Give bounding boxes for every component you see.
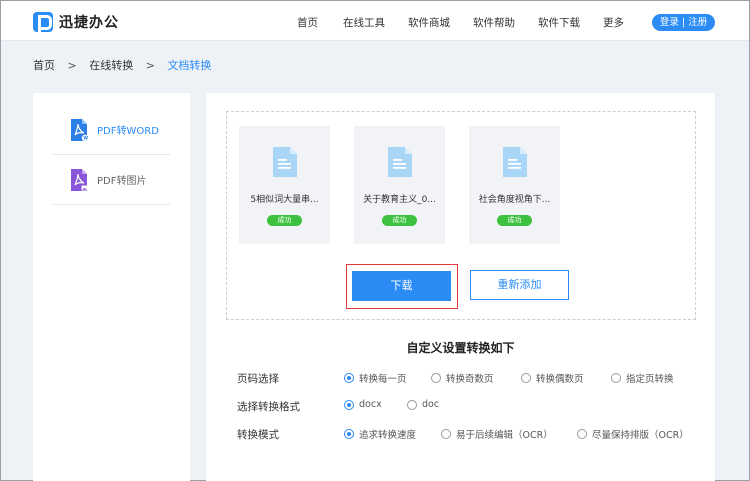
nav-software-download[interactable]: 软件下载 <box>538 15 580 30</box>
svg-text:W: W <box>83 135 88 140</box>
sidebar-item-label: PDF转WORD <box>97 126 159 137</box>
nav-software-store[interactable]: 软件商城 <box>408 15 450 30</box>
radio-icon <box>431 373 441 383</box>
breadcrumb-online-convert[interactable]: 在线转换 <box>89 57 133 73</box>
radio-icon <box>577 429 587 439</box>
breadcrumb: 首页 > 在线转换 > 文档转换 <box>33 57 220 73</box>
status-badge: 成功 <box>382 215 417 226</box>
radio-editable-ocr[interactable]: 易于后续编辑（OCR） <box>441 427 553 441</box>
radio-label: 尽量保持排版（OCR） <box>592 430 689 441</box>
radio-even-pages[interactable]: 转换偶数页 <box>521 371 584 385</box>
sidebar-item-pdf-to-word[interactable]: W PDF转WORD <box>53 105 170 155</box>
re-add-button[interactable]: 重新添加 <box>470 270 569 300</box>
breadcrumb-home[interactable]: 首页 <box>33 57 55 73</box>
download-button[interactable]: 下载 <box>352 271 451 301</box>
file-name: 关于教育主义_0... <box>363 195 436 205</box>
status-badge: 成功 <box>497 215 532 226</box>
radio-odd-pages[interactable]: 转换奇数页 <box>431 371 494 385</box>
sidebar-item-label: PDF转图片 <box>97 176 147 187</box>
format-selection-row: 选择转换格式 docx doc <box>206 398 715 414</box>
breadcrumb-separator: > <box>67 59 77 72</box>
nav-software-help[interactable]: 软件帮助 <box>473 15 515 30</box>
radio-label: 转换偶数页 <box>536 374 584 385</box>
pdf-to-word-icon: W <box>71 118 88 141</box>
radio-label: 易于后续编辑（OCR） <box>456 430 553 441</box>
conversion-mode-row: 转换模式 追求转换速度 易于后续编辑（OCR） 尽量保持排版（OCR） <box>206 426 715 442</box>
radio-speed-mode[interactable]: 追求转换速度 <box>344 427 416 441</box>
radio-icon <box>611 373 621 383</box>
radio-icon <box>521 373 531 383</box>
radio-label: doc <box>422 399 440 410</box>
document-icon <box>388 147 412 177</box>
upload-area[interactable]: 5相似词大量串... 成功 关于教育主义_0... 成功 社会角度视角下... … <box>226 111 696 320</box>
radio-label: 追求转换速度 <box>359 430 417 441</box>
radio-label: docx <box>359 399 382 410</box>
radio-layout-ocr[interactable]: 尽量保持排版（OCR） <box>577 427 689 441</box>
file-card[interactable]: 社会角度视角下... 成功 <box>469 126 560 244</box>
radio-selected-icon <box>344 373 354 383</box>
setting-label: 转换模式 <box>237 429 279 441</box>
page-selection-row: 页码选择 转换每一页 转换奇数页 转换偶数页 指定页转换 <box>206 370 715 386</box>
sidebar-item-pdf-to-image[interactable]: PDF转图片 <box>53 155 170 205</box>
file-card[interactable]: 关于教育主义_0... 成功 <box>354 126 445 244</box>
top-header: 迅捷办公 首页 在线工具 软件商城 软件帮助 软件下载 更多 登录 | 注册 <box>1 1 749 41</box>
breadcrumb-current: 文档转换 <box>167 59 212 72</box>
main-panel: 5相似词大量串... 成功 关于教育主义_0... 成功 社会角度视角下... … <box>206 93 715 481</box>
nav-home[interactable]: 首页 <box>297 15 318 30</box>
download-highlight-frame: 下载 <box>346 264 458 309</box>
status-badge: 成功 <box>267 215 302 226</box>
breadcrumb-separator: > <box>145 59 155 72</box>
file-name: 5相似词大量串... <box>250 195 319 205</box>
radio-docx[interactable]: docx <box>344 399 382 410</box>
radio-doc[interactable]: doc <box>407 399 439 410</box>
document-icon <box>503 147 527 177</box>
file-card[interactable]: 5相似词大量串... 成功 <box>239 126 330 244</box>
login-register-button[interactable]: 登录 | 注册 <box>652 14 715 31</box>
settings-title: 自定义设置转换如下 <box>406 341 515 355</box>
setting-label: 页码选择 <box>237 373 279 385</box>
radio-selected-icon <box>344 399 354 410</box>
nav-online-tools[interactable]: 在线工具 <box>343 15 385 30</box>
radio-label: 指定页转换 <box>626 374 674 385</box>
radio-icon <box>441 429 451 439</box>
sidebar: W PDF转WORD PDF转图片 <box>33 93 190 481</box>
radio-label: 转换每一页 <box>359 374 407 385</box>
document-icon <box>273 147 297 177</box>
radio-specific-pages[interactable]: 指定页转换 <box>611 371 674 385</box>
main-nav: 首页 在线工具 软件商城 软件帮助 软件下载 更多 <box>1 15 749 29</box>
radio-label: 转换奇数页 <box>446 374 494 385</box>
pdf-to-image-icon <box>71 168 88 191</box>
radio-every-page[interactable]: 转换每一页 <box>344 371 407 385</box>
file-name: 社会角度视角下... <box>478 195 551 205</box>
radio-selected-icon <box>344 429 354 439</box>
radio-icon <box>407 399 417 410</box>
setting-label: 选择转换格式 <box>237 401 300 413</box>
nav-more[interactable]: 更多 <box>603 15 624 30</box>
